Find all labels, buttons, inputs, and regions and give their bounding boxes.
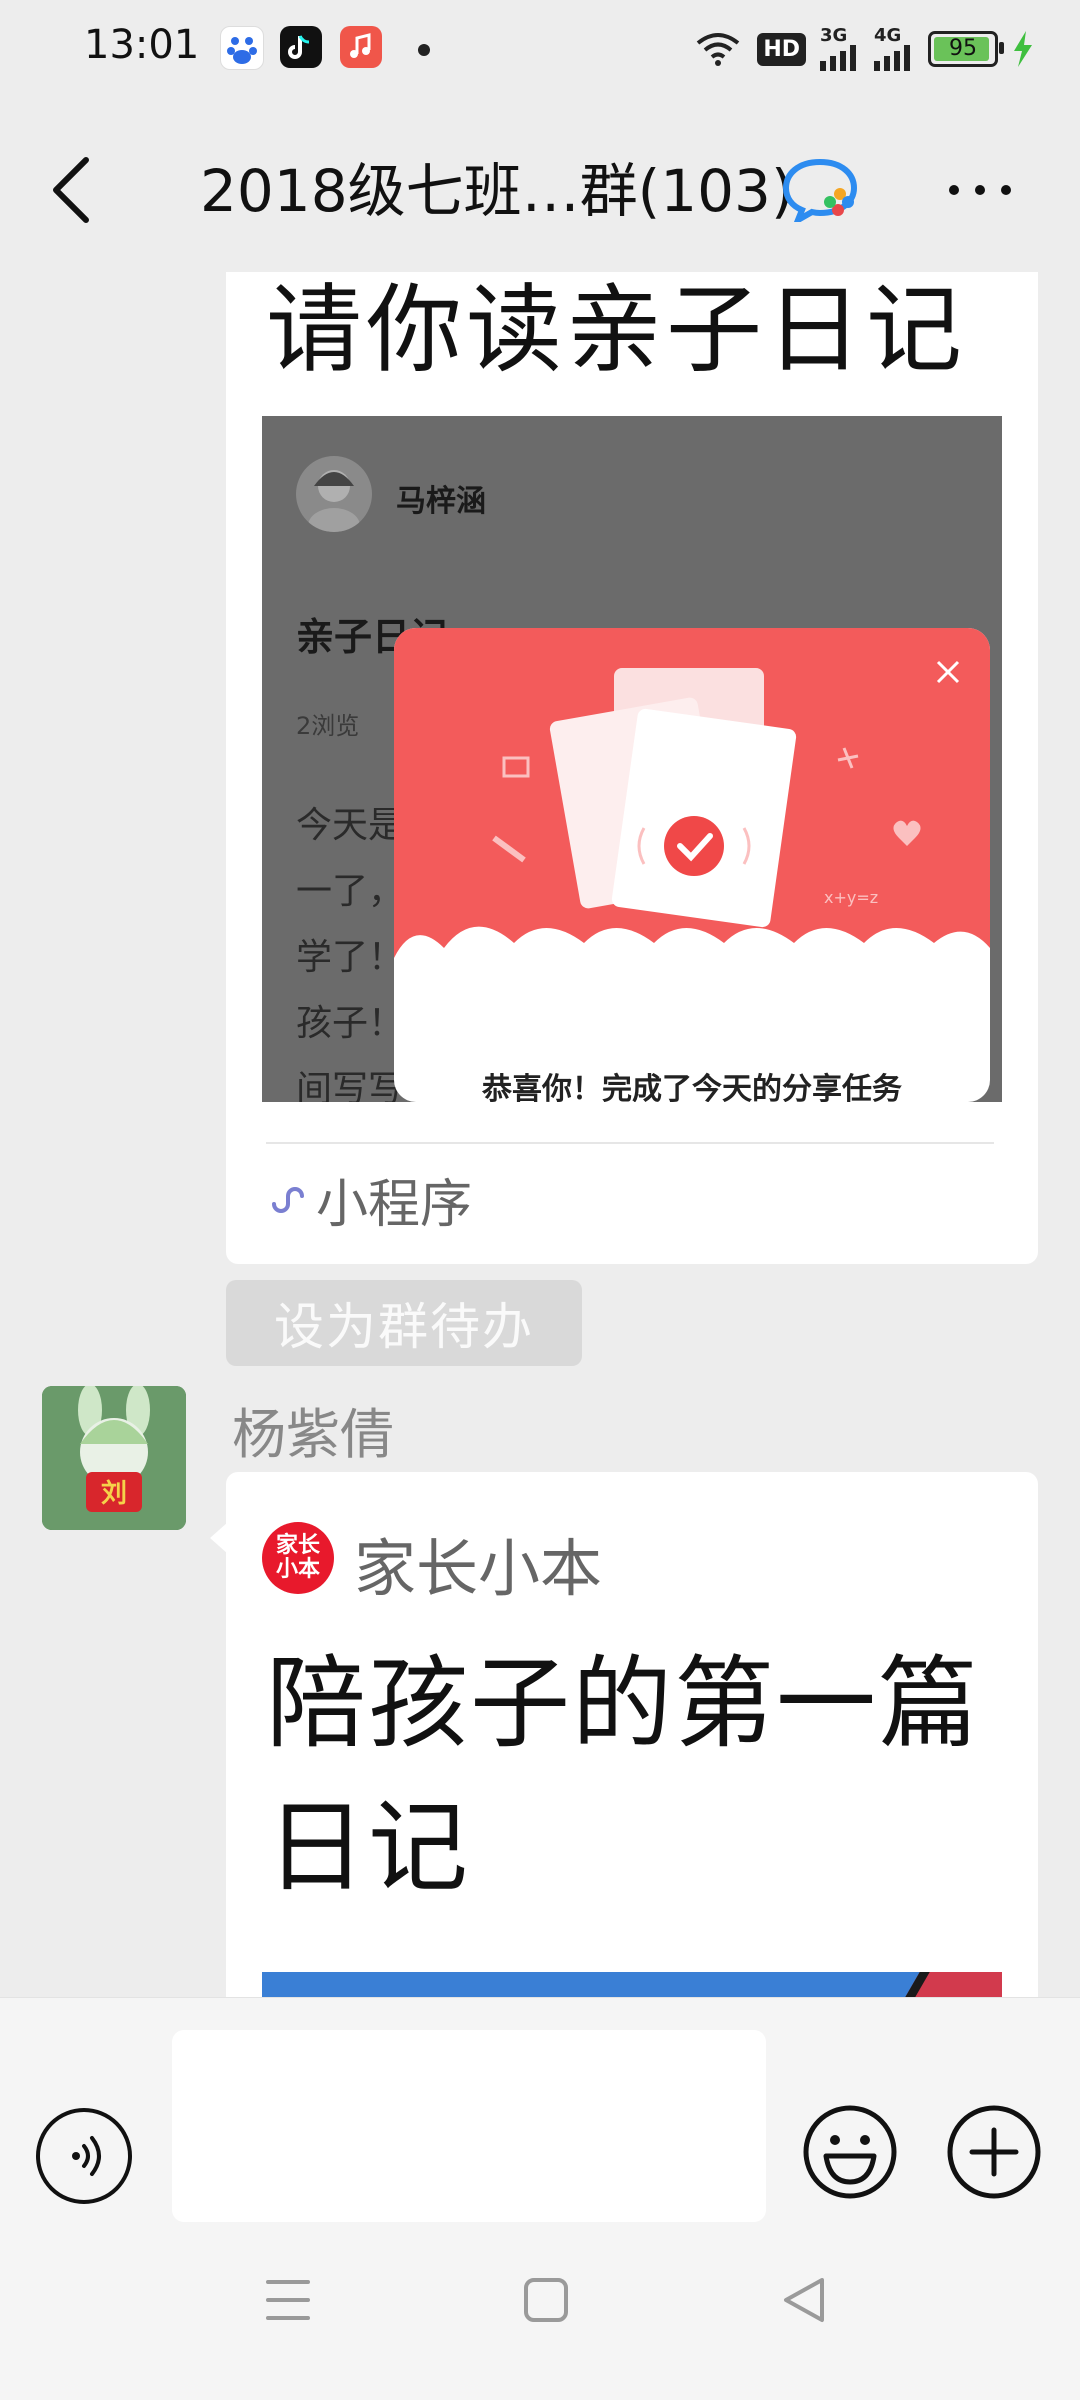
source-name: 家长小本	[354, 1532, 603, 1605]
rabbit-avatar-icon: 刘	[42, 1386, 186, 1530]
more-dots-icon	[949, 185, 1011, 195]
plus-button[interactable]	[944, 2102, 1044, 2202]
status-time: 13:01	[84, 22, 200, 68]
thumbnail-text-line: 今天是	[296, 805, 405, 846]
divider	[266, 1142, 994, 1144]
chat-title[interactable]: 2018级七班…群(103)	[200, 144, 794, 228]
signal-3g: 3G	[820, 27, 860, 71]
voice-button[interactable]	[36, 2108, 132, 2204]
hd-badge: HD	[757, 32, 806, 66]
close-icon	[936, 660, 960, 684]
set-group-todo-button[interactable]: 设为群待办	[226, 1280, 582, 1366]
home-icon	[524, 2278, 568, 2322]
status-indicators: HD 3G 4G 95	[693, 24, 1034, 74]
mini-program-label: 小程序	[316, 1175, 473, 1235]
message-input[interactable]	[172, 2030, 766, 2222]
message-list[interactable]: 请你读亲子日记 马梓涵 亲子日记 2浏览 今天是 一了， 学了！ 孩子！ 间写写	[0, 272, 1080, 1997]
thumbnail-author: 马梓涵	[396, 484, 486, 519]
thumbnail-text-line: 孩子！	[296, 1003, 405, 1044]
article-card[interactable]: 家长 小本 家长小本 陪孩子的第一篇日记	[226, 1472, 1038, 1997]
card-source: 小程序	[266, 1162, 472, 1237]
douyin-app-icon	[280, 26, 322, 68]
sender-name: 杨紫倩	[232, 1403, 394, 1466]
chat-header: 2018级七班…群(103)	[0, 100, 1080, 272]
thumbnail-views: 2浏览	[296, 712, 360, 740]
plus-icon	[947, 2105, 1041, 2199]
share-success-popup: x+y=z 恭喜你！完成了今天的分享任务	[394, 628, 990, 1102]
signal-bars-icon	[820, 45, 856, 71]
menu-button[interactable]	[248, 2260, 328, 2340]
music-app-icon	[340, 26, 382, 68]
status-bar: 13:01 HD 3G 4G 95	[0, 0, 1080, 100]
notification-dot	[418, 44, 430, 56]
voice-icon	[72, 2136, 101, 2176]
avatar	[296, 456, 372, 532]
input-bar	[0, 1997, 1080, 2231]
article-title: 陪孩子的第一篇日记	[266, 1645, 980, 1906]
avatar[interactable]: 刘	[42, 1386, 186, 1530]
thumbnail-text-line: 学了！	[296, 937, 405, 978]
system-navigation-bar	[0, 2230, 1080, 2400]
signal-4g: 4G	[874, 27, 914, 71]
popup-message: 恭喜你！完成了今天的分享任务	[482, 1072, 902, 1102]
cloud-divider	[394, 926, 990, 1008]
baidu-app-icon	[220, 26, 264, 70]
card-title: 请你读亲子日记	[266, 274, 966, 386]
back-button[interactable]	[44, 150, 104, 230]
home-button[interactable]	[506, 2260, 586, 2340]
emoji-icon	[803, 2105, 897, 2199]
enterprise-chat-icon	[782, 158, 858, 222]
back-triangle-icon	[784, 2278, 824, 2322]
mini-program-card[interactable]: 请你读亲子日记 马梓涵 亲子日记 2浏览 今天是 一了， 学了！ 孩子！ 间写写	[226, 272, 1038, 1264]
charging-bolt-icon	[1014, 31, 1032, 67]
thumbnail-text-line: 一了，	[296, 871, 405, 912]
chevron-left-icon	[53, 157, 89, 223]
more-button[interactable]	[940, 160, 1020, 220]
thumbnail-text-line: 间写写	[296, 1069, 405, 1102]
article-thumbnail	[262, 1972, 1002, 1997]
svg-text:x+y=z: x+y=z	[824, 888, 878, 907]
source-logo: 家长 小本	[262, 1522, 334, 1594]
battery-icon: 95	[928, 31, 1004, 67]
mini-program-icon	[272, 1186, 304, 1213]
card-thumbnail: 马梓涵 亲子日记 2浏览 今天是 一了， 学了！ 孩子！ 间写写 x+y=z 恭…	[262, 416, 1002, 1102]
emoji-button[interactable]	[800, 2102, 900, 2202]
signal-bars-icon	[874, 45, 910, 71]
back-nav-button[interactable]	[764, 2260, 844, 2340]
avatar-badge: 刘	[101, 1479, 127, 1509]
menu-icon	[266, 2280, 310, 2320]
wifi-icon	[697, 33, 740, 66]
